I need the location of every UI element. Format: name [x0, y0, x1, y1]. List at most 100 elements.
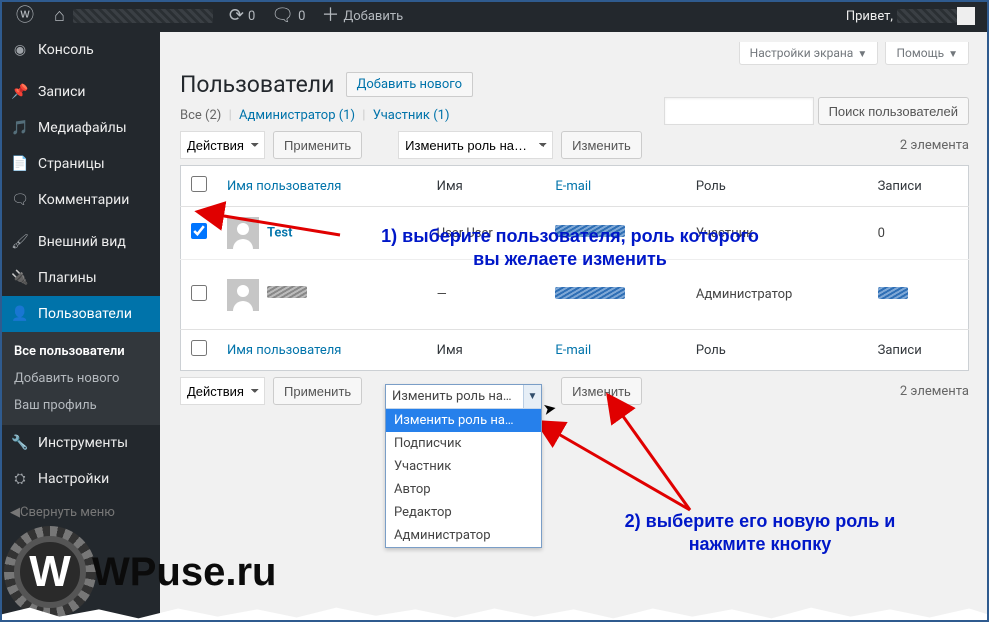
items-count-bottom: 2 элемента: [900, 384, 969, 399]
media-icon: 🎵: [10, 118, 30, 138]
change-role-button-top[interactable]: Изменить: [561, 131, 642, 159]
avatar-icon: [227, 279, 259, 311]
user-icon: 👤: [10, 304, 30, 324]
comment-icon: 🗨: [10, 190, 30, 210]
select-all-bottom[interactable]: [191, 340, 207, 356]
col-username[interactable]: Имя пользователя: [227, 343, 341, 358]
apply-bulk-button[interactable]: Применить: [273, 131, 362, 159]
page-icon: 📄: [10, 154, 30, 174]
chevron-down-icon[interactable]: ▼: [523, 385, 541, 408]
menu-settings[interactable]: ⛭Настройки: [0, 461, 160, 497]
menu-dashboard[interactable]: ◉Консоль: [0, 32, 160, 68]
role-option[interactable]: Изменить роль на…: [386, 409, 541, 432]
submenu-all-users[interactable]: Все пользователи: [0, 338, 160, 365]
user-search: Поиск пользователей: [664, 97, 969, 125]
cell-role: Администратор: [686, 260, 868, 330]
wp-logo[interactable]: ⓦ: [8, 0, 46, 32]
col-email[interactable]: E-mail: [555, 179, 591, 194]
role-option[interactable]: Администратор: [386, 524, 541, 547]
bulk-actions-select[interactable]: Действия: [180, 131, 265, 159]
help-tab[interactable]: Помощь▼: [885, 42, 969, 65]
screen-options-tab[interactable]: Настройки экрана▼: [739, 42, 879, 65]
menu-tools[interactable]: 🔧Инструменты: [0, 425, 160, 461]
page-title: Пользователи: [180, 71, 334, 98]
col-email[interactable]: E-mail: [555, 343, 591, 358]
search-button[interactable]: Поиск пользователей: [818, 97, 969, 125]
bulk-actions-select-bottom[interactable]: Действия: [180, 377, 265, 405]
username-link[interactable]: Test: [267, 225, 292, 240]
change-role-dropdown-open[interactable]: Изменить роль на… ▼ Изменить роль на… По…: [385, 384, 542, 548]
menu-plugins[interactable]: 🔌Плагины: [0, 260, 160, 296]
apply-bulk-button-bottom[interactable]: Применить: [273, 377, 362, 405]
col-name: Имя: [427, 330, 546, 371]
settings-icon: ⛭: [10, 469, 30, 489]
items-count-top: 2 элемента: [900, 138, 969, 153]
row-checkbox[interactable]: [191, 285, 207, 301]
new-content[interactable]: ＋Добавить: [313, 0, 411, 32]
col-posts: Записи: [868, 330, 969, 371]
collapse-menu[interactable]: ◀Свернуть меню: [0, 497, 160, 528]
screen-meta: Настройки экрана▼ Помощь▼: [180, 42, 969, 65]
tablenav-top: Действия Применить Изменить роль на… Изм…: [180, 131, 969, 159]
col-posts: Записи: [868, 166, 969, 207]
avatar-icon: [227, 217, 259, 249]
howdy-text: Привет,: [846, 9, 893, 24]
dropdown-selected[interactable]: Изменить роль на… ▼: [386, 385, 541, 409]
comments-count: 0: [298, 9, 305, 24]
username-link[interactable]: [267, 287, 307, 302]
menu-comments[interactable]: 🗨Комментарии: [0, 182, 160, 218]
submenu-add-new[interactable]: Добавить нового: [0, 365, 160, 392]
role-option[interactable]: Подписчик: [386, 432, 541, 455]
tablenav-bottom: Действия Применить Изменить 2 элемента: [180, 377, 969, 405]
tools-icon: 🔧: [10, 433, 30, 453]
role-option[interactable]: Участник: [386, 455, 541, 478]
select-all-top[interactable]: [191, 176, 207, 192]
menu-users[interactable]: 👤Пользователи: [0, 296, 160, 332]
users-table: Имя пользователя Имя E-mail Роль Записи …: [180, 165, 969, 371]
filter-contributor[interactable]: Участник (1): [373, 108, 450, 123]
role-option[interactable]: Автор: [386, 478, 541, 501]
table-row: — Администратор: [181, 260, 969, 330]
dashboard-icon: ◉: [10, 40, 30, 60]
chevron-down-icon: ▼: [857, 49, 867, 60]
avatar-small-icon: [957, 7, 975, 25]
submenu-users: Все пользователи Добавить нового Ваш про…: [0, 332, 160, 425]
cell-posts: [868, 260, 969, 330]
updates-link[interactable]: ⟳0: [221, 0, 263, 32]
admin-toolbar: ⓦ ⌂ ⟳0 🗨0 ＋Добавить Привет,: [0, 0, 989, 32]
change-role-select-top[interactable]: Изменить роль на…: [398, 131, 553, 159]
filter-all[interactable]: Все (2): [180, 108, 221, 123]
col-username[interactable]: Имя пользователя: [227, 179, 341, 194]
change-role-button-bottom[interactable]: Изменить: [561, 377, 642, 405]
brush-icon: 🖌: [10, 232, 30, 252]
col-role: Роль: [686, 330, 868, 371]
role-option[interactable]: Редактор: [386, 501, 541, 524]
menu-media[interactable]: 🎵Медиафайлы: [0, 110, 160, 146]
menu-pages[interactable]: 📄Страницы: [0, 146, 160, 182]
menu-posts[interactable]: 📌Записи: [0, 74, 160, 110]
cell-posts: 0: [868, 207, 969, 260]
cell-email: [545, 207, 685, 260]
submenu-your-profile[interactable]: Ваш профиль: [0, 392, 160, 419]
row-checkbox[interactable]: [191, 223, 207, 239]
col-name: Имя: [427, 166, 546, 207]
cell-name: User User: [427, 207, 546, 260]
new-label: Добавить: [343, 9, 403, 24]
search-input[interactable]: [664, 97, 814, 125]
comments-link[interactable]: 🗨0: [263, 0, 313, 32]
filter-admin[interactable]: Администратор (1): [239, 108, 355, 123]
cell-email: [545, 260, 685, 330]
collapse-icon: ◀: [10, 505, 20, 520]
my-account[interactable]: Привет,: [838, 0, 981, 32]
table-row: Test User User Участник 0: [181, 207, 969, 260]
admin-sidebar: ◉Консоль 📌Записи 🎵Медиафайлы 📄Страницы 🗨…: [0, 32, 160, 622]
plugin-icon: 🔌: [10, 268, 30, 288]
menu-appearance[interactable]: 🖌Внешний вид: [0, 224, 160, 260]
content-area: Настройки экрана▼ Помощь▼ Пользователи Д…: [160, 32, 989, 622]
cell-role: Участник: [686, 207, 868, 260]
col-role: Роль: [686, 166, 868, 207]
updates-count: 0: [248, 9, 255, 24]
cell-name: —: [427, 260, 546, 330]
add-new-user-button[interactable]: Добавить нового: [346, 72, 473, 97]
site-home[interactable]: ⌂: [46, 0, 221, 32]
